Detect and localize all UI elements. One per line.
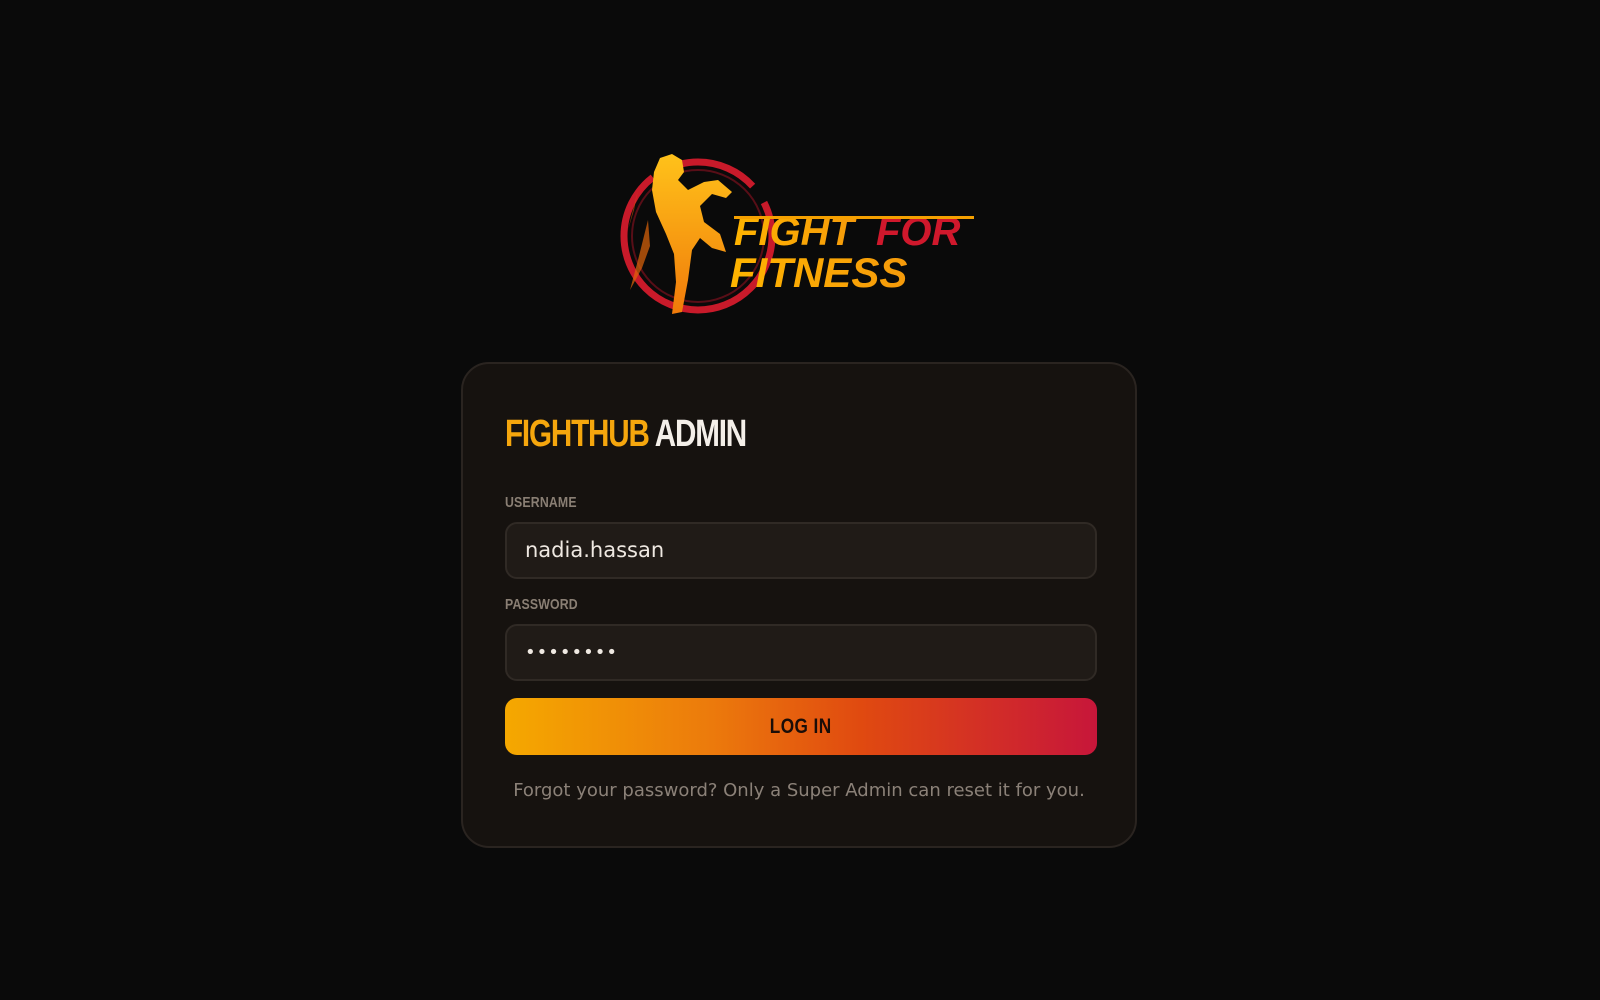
logo-word-fitness: FITNESS [730, 249, 907, 296]
login-page: FIGHT FOR FITNESS FIGHTHUB ADMIN USERNAM… [0, 0, 1600, 1000]
login-card: FIGHTHUB ADMIN USERNAME nadia.hassan PAS… [461, 362, 1137, 848]
username-input[interactable]: nadia.hassan [505, 522, 1097, 579]
login-button[interactable]: LOG IN [505, 698, 1097, 755]
fighter-silhouette-icon: FIGHT FOR FITNESS [620, 154, 974, 314]
fight-for-fitness-logo: FIGHT FOR FITNESS [608, 150, 998, 320]
password-label: PASSWORD [505, 596, 578, 613]
card-title-admin: ADMIN [654, 413, 747, 455]
username-label: USERNAME [505, 494, 577, 511]
card-title: FIGHTHUB ADMIN [505, 412, 747, 456]
password-input[interactable]: •••••••• [505, 624, 1097, 681]
login-button-label: LOG IN [770, 714, 832, 738]
forgot-password-text: Forgot your password? Only a Super Admin… [513, 780, 1085, 801]
card-title-brand: FIGHTHUB [505, 413, 650, 455]
